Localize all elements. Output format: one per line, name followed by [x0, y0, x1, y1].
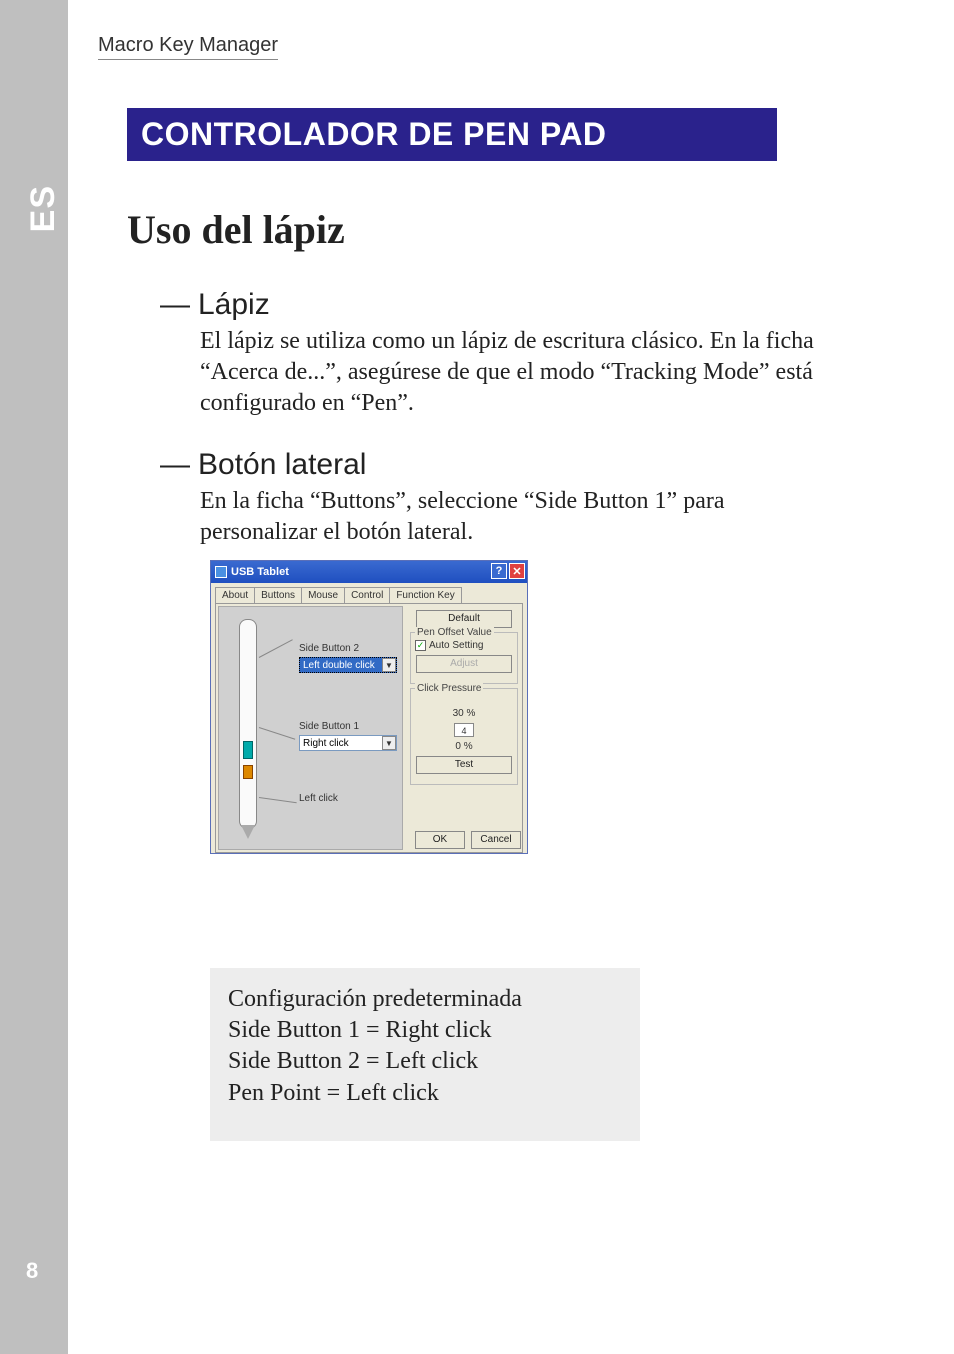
side-button2-label: Side Button 2	[299, 643, 359, 654]
group-title: Pen Offset Value	[415, 627, 494, 638]
pen-button1-marker	[243, 765, 253, 779]
dialog-title: USB Tablet	[231, 566, 289, 578]
config-line: Pen Point = Left click	[228, 1078, 622, 1109]
pressure-top-value: 30 %	[415, 708, 513, 719]
close-button[interactable]: ✕	[509, 563, 525, 579]
ok-button[interactable]: OK	[415, 831, 465, 849]
pen-tip-illustration	[241, 825, 255, 839]
config-line: Side Button 2 = Left click	[228, 1046, 622, 1077]
item-label-lapiz: Lápiz	[198, 288, 270, 322]
dialog-bottom-buttons: OK Cancel	[415, 831, 521, 849]
right-column: Default Pen Offset Value ✓ Auto Setting …	[410, 606, 518, 785]
leader-line	[259, 727, 295, 740]
pressure-bottom-value: 0 %	[415, 741, 513, 752]
tab-panel-buttons: Side Button 2 Left double click ▼ Side B…	[215, 603, 523, 853]
cancel-button[interactable]: Cancel	[471, 831, 521, 849]
click-pressure-group: Click Pressure 30 % 4 0 % Test	[410, 688, 518, 785]
pressure-box[interactable]: 4	[454, 723, 474, 737]
dash-bullet: —	[160, 448, 188, 482]
default-config-box: Configuración predeterminada Side Button…	[210, 968, 640, 1141]
combo-value: Right click	[303, 738, 349, 749]
test-button[interactable]: Test	[416, 756, 512, 774]
item-body-lapiz: El lápiz se utiliza como un lápiz de esc…	[200, 326, 820, 420]
section-heading: Uso del lápiz	[127, 206, 345, 253]
pen-button2-marker	[243, 741, 253, 759]
side-button1-label: Side Button 1	[299, 721, 359, 732]
language-tab: ES	[24, 185, 63, 232]
item-label-boton: Botón lateral	[198, 448, 366, 482]
section-banner: CONTROLADOR DE PEN PAD	[127, 108, 777, 161]
dash-bullet: —	[160, 288, 188, 322]
list-item-lapiz: — Lápiz El lápiz se utiliza como un lápi…	[160, 288, 830, 420]
tab-mouse[interactable]: Mouse	[301, 587, 345, 603]
tab-function-key[interactable]: Function Key	[389, 587, 461, 603]
side-button1-combo[interactable]: Right click ▼	[299, 735, 397, 751]
app-icon	[215, 566, 227, 578]
item-body-boton: En la ficha “Buttons”, seleccione “Side …	[200, 486, 820, 548]
page-number: 8	[26, 1258, 38, 1284]
auto-setting-checkbox[interactable]: ✓	[415, 640, 426, 651]
pen-offset-group: Pen Offset Value ✓ Auto Setting Adjust	[410, 632, 518, 684]
left-click-label: Left click	[299, 793, 338, 804]
header-title: Macro Key Manager	[98, 34, 278, 60]
tab-about[interactable]: About	[215, 587, 255, 603]
tab-buttons[interactable]: Buttons	[254, 587, 302, 603]
pen-diagram-area: Side Button 2 Left double click ▼ Side B…	[218, 606, 403, 850]
combo-value: Left double click	[303, 660, 375, 671]
leader-line	[259, 639, 293, 658]
chevron-down-icon[interactable]: ▼	[382, 736, 396, 750]
list-item-boton: — Botón lateral En la ficha “Buttons”, s…	[160, 448, 830, 548]
config-line: Configuración predeterminada	[228, 984, 622, 1015]
group-title: Click Pressure	[415, 683, 483, 694]
adjust-button[interactable]: Adjust	[416, 655, 512, 673]
config-line: Side Button 1 = Right click	[228, 1015, 622, 1046]
pen-illustration	[239, 619, 257, 829]
chevron-down-icon[interactable]: ▼	[382, 658, 396, 672]
default-button[interactable]: Default	[416, 610, 512, 628]
usb-tablet-dialog: USB Tablet ? ✕ About Buttons Mouse Contr…	[210, 560, 528, 854]
side-button2-combo[interactable]: Left double click ▼	[299, 657, 397, 673]
auto-setting-label: Auto Setting	[429, 640, 483, 651]
tab-control[interactable]: Control	[344, 587, 390, 603]
leader-line	[259, 797, 297, 803]
help-button[interactable]: ?	[491, 563, 507, 579]
tab-row: About Buttons Mouse Control Function Key	[215, 587, 527, 603]
dialog-titlebar[interactable]: USB Tablet ? ✕	[211, 561, 527, 583]
